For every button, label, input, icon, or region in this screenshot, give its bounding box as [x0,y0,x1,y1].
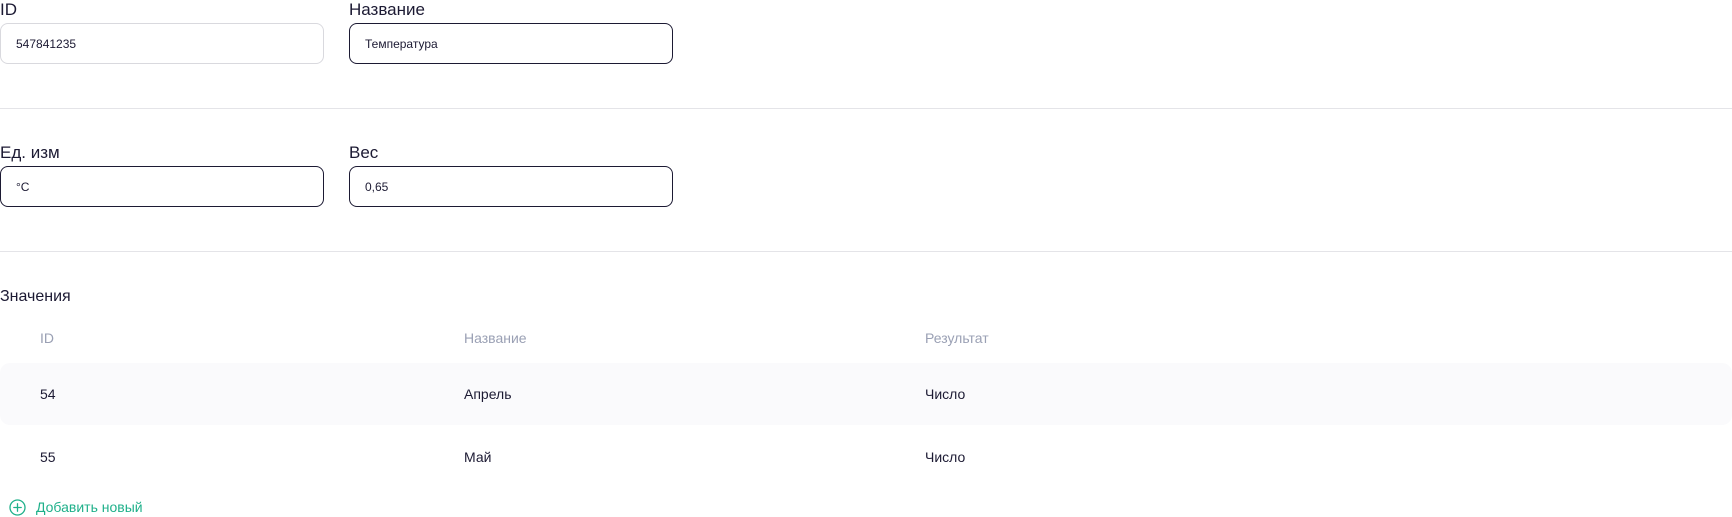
name-input[interactable] [349,23,673,64]
name-field-group: Название [349,0,673,76]
row-result: Число [925,449,966,465]
column-header-result: Результат [925,330,989,346]
add-new-label: Добавить новый [36,499,143,515]
weight-label: Вес [349,143,379,162]
unit-input[interactable] [0,166,324,207]
name-label: Название [349,0,425,19]
column-header-id: ID [40,330,54,346]
plus-circle-icon [9,498,26,516]
table-row[interactable]: 54 Апрель Число [0,363,1732,425]
values-section-title: Значения [0,288,71,305]
unit-label: Ед. изм [0,143,60,162]
values-table-header: ID Название Результат [0,330,1732,350]
weight-input[interactable] [349,166,673,207]
column-header-name: Название [464,330,527,346]
row-result: Число [925,386,966,402]
row-id: 55 [40,449,56,465]
values-form-page: ID Название Ед. изм Вес Значения ID Назв… [0,0,1732,517]
divider [0,108,1732,109]
weight-field-group: Вес [349,143,673,219]
add-new-button[interactable]: Добавить новый [9,498,143,516]
row-id: 54 [40,386,56,402]
row-name: Май [464,449,492,465]
id-field-group: ID [0,0,324,76]
id-input[interactable] [0,23,324,64]
divider [0,251,1732,252]
id-label: ID [0,0,17,19]
unit-field-group: Ед. изм [0,143,324,219]
table-row[interactable]: 55 Май Число [0,426,1732,488]
row-name: Апрель [464,386,512,402]
